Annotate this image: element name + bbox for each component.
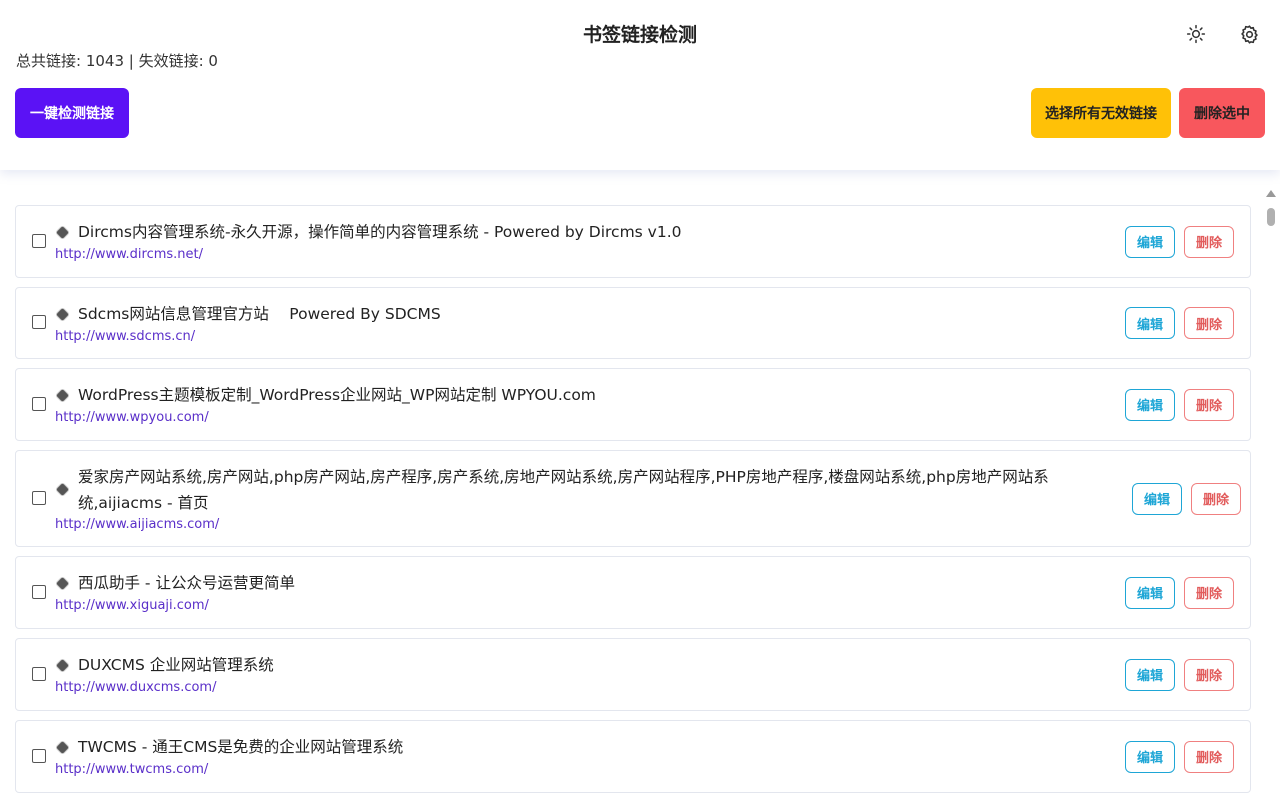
delete-selected-button[interactable]: 删除选中	[1179, 88, 1265, 138]
theme-toggle-button[interactable]	[1182, 20, 1210, 48]
item-url[interactable]: http://www.xiguaji.com/	[55, 598, 209, 613]
item-url[interactable]: http://www.dircms.net/	[55, 247, 203, 262]
page-title: 书签链接检测	[582, 24, 697, 46]
list-item: 西瓜助手 - 让公众号运营更简单 http://www.xiguaji.com/…	[15, 556, 1251, 629]
item-checkbox[interactable]	[32, 490, 46, 505]
edit-button[interactable]: 编辑	[1125, 307, 1175, 339]
bookmark-list: Dircms内容管理系统-永久开源，操作简单的内容管理系统 - Powered …	[15, 205, 1251, 802]
delete-button[interactable]: 删除	[1184, 658, 1234, 691]
scrollbar[interactable]	[1266, 190, 1276, 800]
item-title-line-1: 爱家房产网站系统,房产网站,php房产网站,房产程序,房产系统,房地产网站系统,…	[78, 468, 1049, 486]
favicon-icon	[56, 483, 69, 496]
check-links-button[interactable]: 一键检测链接	[15, 88, 129, 138]
item-url[interactable]: http://www.sdcms.cn/	[55, 329, 195, 344]
item-url[interactable]: http://www.duxcms.com/	[55, 680, 216, 695]
favicon-icon	[56, 308, 69, 321]
item-title: WordPress主题模板定制_WordPress企业网站_WP网站定制 WPY…	[78, 386, 596, 404]
edit-button[interactable]: 编辑	[1125, 388, 1175, 421]
sun-icon	[1186, 24, 1206, 44]
item-checkbox[interactable]	[32, 315, 46, 329]
edit-button[interactable]: 编辑	[1125, 225, 1175, 258]
item-url[interactable]: http://www.aijiacms.com/	[55, 517, 219, 532]
delete-button[interactable]: 删除	[1191, 482, 1241, 515]
edit-button[interactable]: 编辑	[1132, 482, 1182, 515]
favicon-icon	[56, 577, 69, 590]
item-title: 西瓜助手 - 让公众号运营更简单	[78, 574, 295, 592]
favicon-icon	[56, 659, 69, 672]
favicon-icon	[56, 389, 69, 402]
list-item: Sdcms网站信息管理官方站 Powered By SDCMS http://w…	[15, 287, 1251, 359]
link-stats: 总共链接: 1043 | 失效链接: 0	[16, 52, 218, 70]
item-url[interactable]: http://www.wpyou.com/	[55, 410, 209, 425]
edit-button[interactable]: 编辑	[1125, 740, 1175, 773]
list-item: 爱家房产网站系统,房产网站,php房产网站,房产程序,房产系统,房地产网站系统,…	[15, 450, 1251, 547]
favicon-icon	[56, 226, 69, 239]
gear-icon	[1240, 24, 1258, 44]
item-checkbox[interactable]	[32, 584, 46, 599]
item-title-line-2: 统,aijiacms - 首页	[78, 494, 209, 512]
list-item: DUXCMS 企业网站管理系统 http://www.duxcms.com/ 编…	[15, 638, 1251, 711]
item-url[interactable]: http://www.twcms.com/	[55, 762, 208, 777]
item-title: Sdcms网站信息管理官方站 Powered By SDCMS	[78, 305, 441, 323]
list-item: Dircms内容管理系统-永久开源，操作简单的内容管理系统 - Powered …	[15, 205, 1251, 278]
scroll-up-arrow-icon[interactable]	[1266, 190, 1276, 197]
select-invalid-button[interactable]: 选择所有无效链接	[1031, 88, 1171, 138]
favicon-icon	[56, 741, 69, 754]
delete-button[interactable]: 删除	[1184, 307, 1234, 339]
delete-button[interactable]: 删除	[1184, 740, 1234, 773]
item-checkbox[interactable]	[32, 396, 46, 411]
scroll-thumb[interactable]	[1267, 208, 1275, 226]
item-checkbox[interactable]	[32, 748, 46, 763]
delete-button[interactable]: 删除	[1184, 225, 1234, 258]
header: 书签链接检测 总共链接: 1043 | 失效链接: 0 一键检测链接 选择所有无…	[0, 0, 1280, 170]
item-checkbox[interactable]	[32, 233, 46, 248]
edit-button[interactable]: 编辑	[1125, 658, 1175, 691]
item-title: DUXCMS 企业网站管理系统	[78, 656, 274, 674]
item-title: Dircms内容管理系统-永久开源，操作简单的内容管理系统 - Powered …	[78, 223, 682, 241]
list-item: TWCMS - 通王CMS是免费的企业网站管理系统 http://www.twc…	[15, 720, 1251, 793]
item-title: TWCMS - 通王CMS是免费的企业网站管理系统	[78, 738, 404, 756]
delete-button[interactable]: 删除	[1184, 576, 1234, 609]
edit-button[interactable]: 编辑	[1125, 576, 1175, 609]
delete-button[interactable]: 删除	[1184, 388, 1234, 421]
settings-button[interactable]	[1235, 20, 1263, 48]
list-item: WordPress主题模板定制_WordPress企业网站_WP网站定制 WPY…	[15, 368, 1251, 441]
item-checkbox[interactable]	[32, 666, 46, 681]
